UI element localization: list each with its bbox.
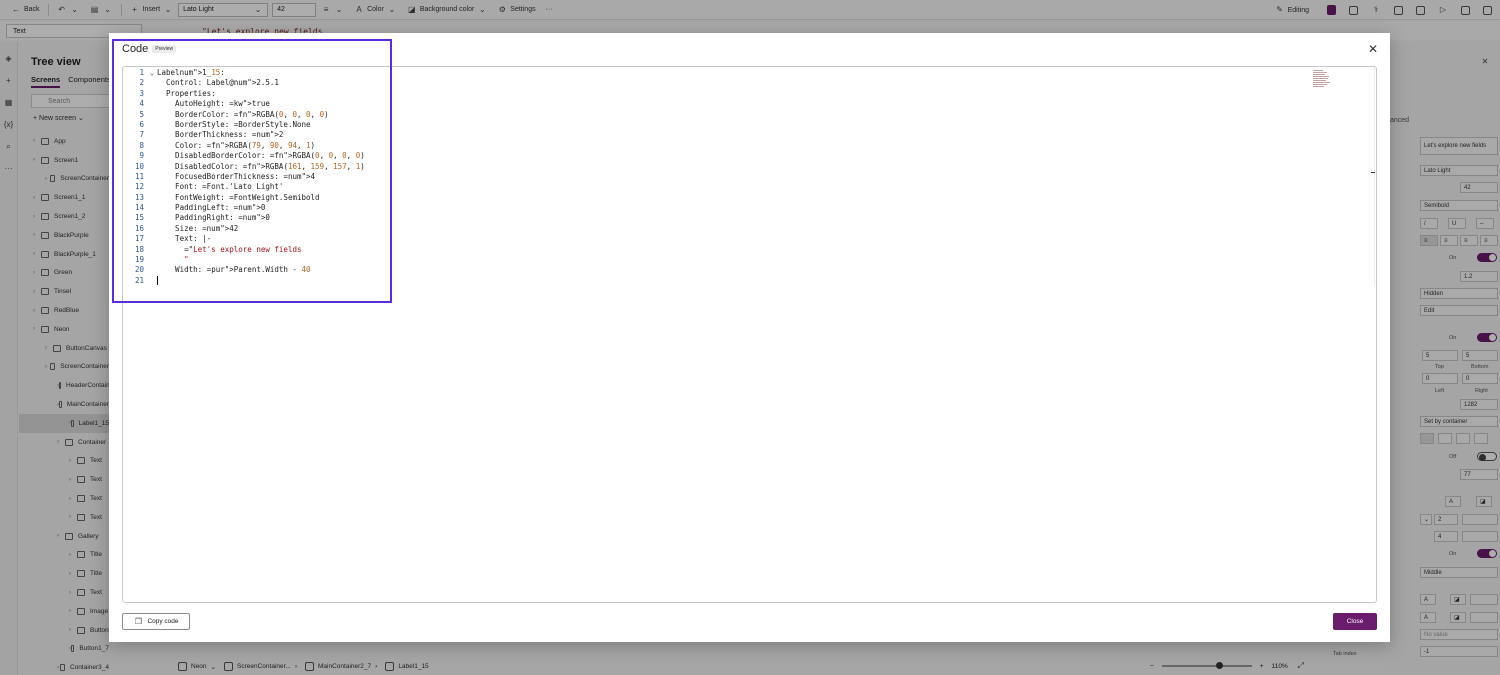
annotation-highlight-box	[112, 39, 392, 303]
close-icon[interactable]: ✕	[1368, 42, 1378, 56]
copy-icon: ❐	[134, 616, 143, 626]
copy-code-button[interactable]: ❐ Copy code	[122, 613, 190, 630]
copy-code-label: Copy code	[147, 618, 179, 625]
close-button[interactable]: Close	[1333, 613, 1377, 630]
scrollbar-marker	[1371, 172, 1375, 173]
scrollbar-track[interactable]	[1374, 67, 1375, 287]
code-minimap[interactable]	[1313, 69, 1331, 91]
